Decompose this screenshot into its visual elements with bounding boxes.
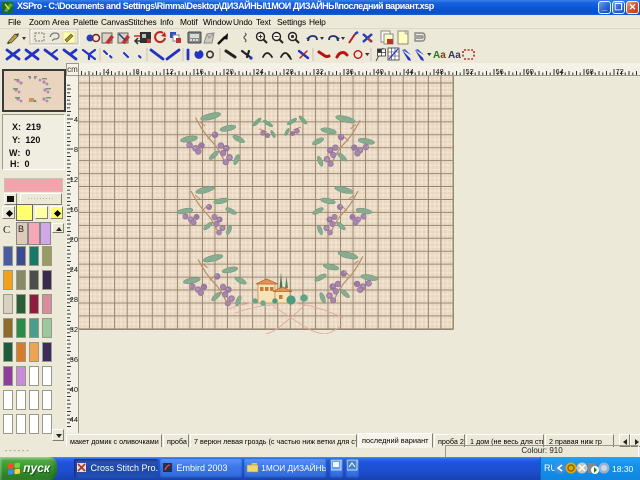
svg-text:8: 8 xyxy=(74,145,78,154)
svg-text:16: 16 xyxy=(196,67,204,76)
svg-text:60: 60 xyxy=(526,67,534,76)
svg-text:44: 44 xyxy=(406,67,414,76)
svg-text:36: 36 xyxy=(70,355,78,364)
svg-text:28: 28 xyxy=(70,295,78,304)
svg-text:4: 4 xyxy=(74,115,78,124)
svg-text:40: 40 xyxy=(70,385,78,394)
svg-text:16: 16 xyxy=(70,205,78,214)
svg-text:44: 44 xyxy=(70,415,78,424)
svg-text:72: 72 xyxy=(616,67,624,76)
svg-text:24: 24 xyxy=(70,265,78,274)
svg-text:36: 36 xyxy=(346,67,354,76)
svg-text:56: 56 xyxy=(496,67,504,76)
svg-text:32: 32 xyxy=(316,67,324,76)
svg-text:48: 48 xyxy=(436,67,444,76)
svg-text:28: 28 xyxy=(286,67,294,76)
svg-text:20: 20 xyxy=(226,67,234,76)
svg-text:8: 8 xyxy=(136,67,140,76)
svg-text:Aa: Aa xyxy=(448,50,461,61)
svg-text:Aa: Aa xyxy=(433,50,446,61)
svg-text:20: 20 xyxy=(70,235,78,244)
svg-text:68: 68 xyxy=(586,67,594,76)
svg-text:40: 40 xyxy=(376,67,384,76)
svg-text:12: 12 xyxy=(70,175,78,184)
svg-text:4: 4 xyxy=(106,67,110,76)
svg-text:64: 64 xyxy=(556,67,564,76)
svg-text:52: 52 xyxy=(466,67,474,76)
svg-text:24: 24 xyxy=(256,67,264,76)
svg-text:12: 12 xyxy=(166,67,174,76)
svg-text:32: 32 xyxy=(70,325,78,334)
